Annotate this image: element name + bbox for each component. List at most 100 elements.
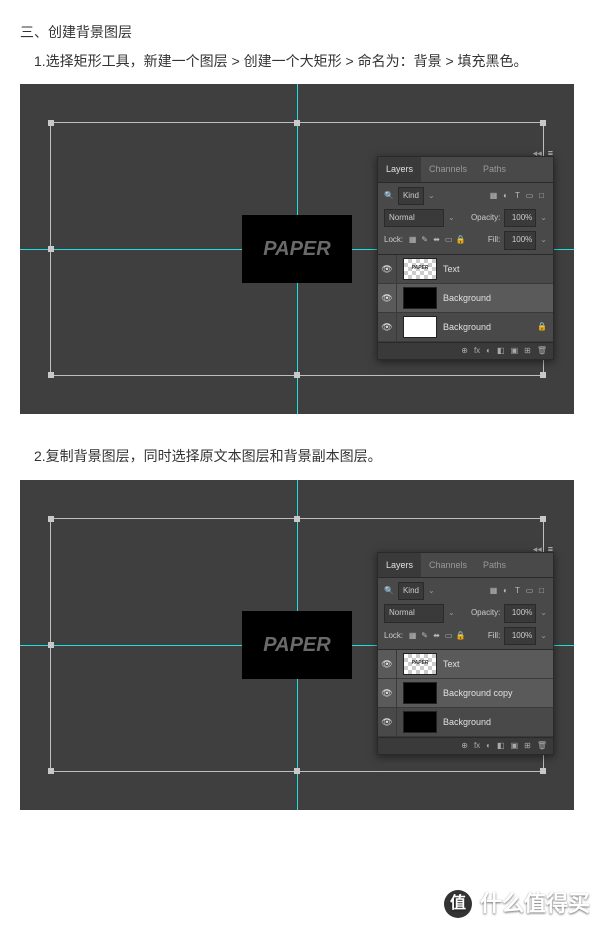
visibility-eye-icon[interactable]: 👁 xyxy=(378,650,397,678)
lock-all-icon: 🔒 xyxy=(455,629,466,643)
lock-position-icon: ⬌ xyxy=(431,629,442,643)
tab-paths[interactable]: Paths xyxy=(475,157,514,181)
canvas-text: PAPER xyxy=(263,627,330,663)
layers-panel[interactable]: ◂◂≡ Layers Channels Paths 🔍 Kind ⌄ ▦ ◐ T… xyxy=(377,552,554,755)
filter-type-icon: T xyxy=(512,189,523,203)
new-layer-icon[interactable]: ⊞ xyxy=(524,344,531,358)
layer-row[interactable]: 👁 Text xyxy=(378,255,553,284)
panel-controls[interactable]: ◂◂≡ xyxy=(533,145,553,161)
layer-row[interactable]: 👁 Background copy xyxy=(378,679,553,708)
new-layer-icon[interactable]: ⊞ xyxy=(524,739,531,753)
panel-footer: ⊕ fx ◐ ◧ ▣ ⊞ 🗑 xyxy=(378,737,553,754)
panel-tabs: Layers Channels Paths xyxy=(378,157,553,182)
lock-label: Lock: xyxy=(384,233,403,247)
filter-smart-icon: □ xyxy=(536,189,547,203)
layers-list: 👁 Text 👁 Background copy 👁 Background xyxy=(378,650,553,737)
layer-row[interactable]: 👁 Background xyxy=(378,284,553,313)
layer-thumbnail[interactable] xyxy=(403,653,437,675)
link-layers-icon[interactable]: ⊕ xyxy=(461,739,468,753)
lock-position-icon: ⬌ xyxy=(431,233,442,247)
layer-name[interactable]: Background xyxy=(443,290,491,306)
link-layers-icon[interactable]: ⊕ xyxy=(461,344,468,358)
tutorial-screenshot-1: PAPER ◂◂≡ Layers Channels Paths 🔍 Kind ⌄… xyxy=(20,84,574,414)
fill-value[interactable]: 100% xyxy=(504,627,536,645)
search-icon[interactable]: 🔍 xyxy=(384,189,394,203)
visibility-eye-icon[interactable]: 👁 xyxy=(378,313,397,341)
filter-adjustment-icon: ◐ xyxy=(500,584,511,598)
lock-icons[interactable]: ▦ ✎ ⬌ ▭ 🔒 xyxy=(407,629,466,643)
adjustment-layer-icon[interactable]: ◧ xyxy=(497,739,505,753)
visibility-eye-icon[interactable]: 👁 xyxy=(378,708,397,736)
filter-adjustment-icon: ◐ xyxy=(500,189,511,203)
delete-layer-icon[interactable]: 🗑 xyxy=(537,344,547,358)
opacity-value[interactable]: 100% xyxy=(504,209,536,227)
search-icon[interactable]: 🔍 xyxy=(384,584,394,598)
layer-fx-icon[interactable]: fx xyxy=(474,739,480,753)
tab-layers[interactable]: Layers xyxy=(378,553,421,577)
panel-footer: ⊕ fx ◐ ◧ ▣ ⊞ 🗑 xyxy=(378,342,553,359)
filter-kind-dropdown[interactable]: Kind xyxy=(398,187,424,205)
layers-panel[interactable]: ◂◂≡ Layers Channels Paths 🔍 Kind ⌄ ▦ ◐ T… xyxy=(377,156,554,359)
layer-thumbnail[interactable] xyxy=(403,711,437,733)
filter-type-icons[interactable]: ▦ ◐ T ▭ □ xyxy=(488,584,547,598)
layer-mask-icon[interactable]: ◐ xyxy=(486,344,491,358)
layer-name[interactable]: Background xyxy=(443,319,491,335)
layer-row[interactable]: 👁 Background 🔒 xyxy=(378,313,553,342)
tab-paths[interactable]: Paths xyxy=(475,553,514,577)
section-heading: 三、创建背景图层 xyxy=(20,20,580,45)
layer-name[interactable]: Text xyxy=(443,261,460,277)
canvas-text: PAPER xyxy=(263,231,330,267)
visibility-eye-icon[interactable]: 👁 xyxy=(378,679,397,707)
watermark: 值 什么值得买 xyxy=(434,878,600,930)
filter-type-icons[interactable]: ▦ ◐ T ▭ □ xyxy=(488,189,547,203)
lock-image-icon: ✎ xyxy=(419,629,430,643)
filter-pixel-icon: ▦ xyxy=(488,189,499,203)
filter-shape-icon: ▭ xyxy=(524,189,535,203)
filter-kind-dropdown[interactable]: Kind xyxy=(398,582,424,600)
layer-name[interactable]: Background copy xyxy=(443,685,513,701)
lock-image-icon: ✎ xyxy=(419,233,430,247)
layer-row[interactable]: 👁 Text xyxy=(378,650,553,679)
layers-list: 👁 Text 👁 Background 👁 Background 🔒 xyxy=(378,255,553,342)
layer-fx-icon[interactable]: fx xyxy=(474,344,480,358)
panel-tabs: Layers Channels Paths xyxy=(378,553,553,578)
group-icon[interactable]: ▣ xyxy=(511,739,519,753)
tutorial-screenshot-2: PAPER ◂◂≡ Layers Channels Paths 🔍 Kind ⌄… xyxy=(20,480,574,810)
blend-mode-dropdown[interactable]: Normal xyxy=(384,209,444,227)
panel-controls[interactable]: ◂◂≡ xyxy=(533,541,553,557)
canvas-text-layer: PAPER xyxy=(242,611,352,679)
blend-mode-dropdown[interactable]: Normal xyxy=(384,604,444,622)
layer-mask-icon[interactable]: ◐ xyxy=(486,739,491,753)
lock-artboard-icon: ▭ xyxy=(443,233,454,247)
fill-label: Fill: xyxy=(488,233,500,247)
lock-icons[interactable]: ▦ ✎ ⬌ ▭ 🔒 xyxy=(407,233,466,247)
lock-artboard-icon: ▭ xyxy=(443,629,454,643)
fill-value[interactable]: 100% xyxy=(504,231,536,249)
tab-layers[interactable]: Layers xyxy=(378,157,421,181)
layer-thumbnail[interactable] xyxy=(403,682,437,704)
layer-thumbnail[interactable] xyxy=(403,258,437,280)
fill-label: Fill: xyxy=(488,629,500,643)
layer-name[interactable]: Text xyxy=(443,656,460,672)
filter-pixel-icon: ▦ xyxy=(488,584,499,598)
step-1-text: 1.选择矩形工具，新建一个图层 > 创建一个大矩形 > 命名为：背景 > 填充黑… xyxy=(20,49,580,74)
layer-name[interactable]: Background xyxy=(443,714,491,730)
layer-thumbnail[interactable] xyxy=(403,287,437,309)
layer-thumbnail[interactable] xyxy=(403,316,437,338)
layer-row[interactable]: 👁 Background xyxy=(378,708,553,737)
lock-icon: 🔒 xyxy=(537,320,547,334)
lock-label: Lock: xyxy=(384,629,403,643)
filter-type-icon: T xyxy=(512,584,523,598)
group-icon[interactable]: ▣ xyxy=(511,344,519,358)
tab-channels[interactable]: Channels xyxy=(421,157,475,181)
canvas-text-layer: PAPER xyxy=(242,215,352,283)
watermark-badge: 值 xyxy=(444,890,472,918)
lock-all-icon: 🔒 xyxy=(455,233,466,247)
opacity-value[interactable]: 100% xyxy=(504,604,536,622)
adjustment-layer-icon[interactable]: ◧ xyxy=(497,344,505,358)
tab-channels[interactable]: Channels xyxy=(421,553,475,577)
delete-layer-icon[interactable]: 🗑 xyxy=(537,739,547,753)
visibility-eye-icon[interactable]: 👁 xyxy=(378,255,397,283)
step-2-text: 2.复制背景图层，同时选择原文本图层和背景副本图层。 xyxy=(20,444,580,469)
visibility-eye-icon[interactable]: 👁 xyxy=(378,284,397,312)
